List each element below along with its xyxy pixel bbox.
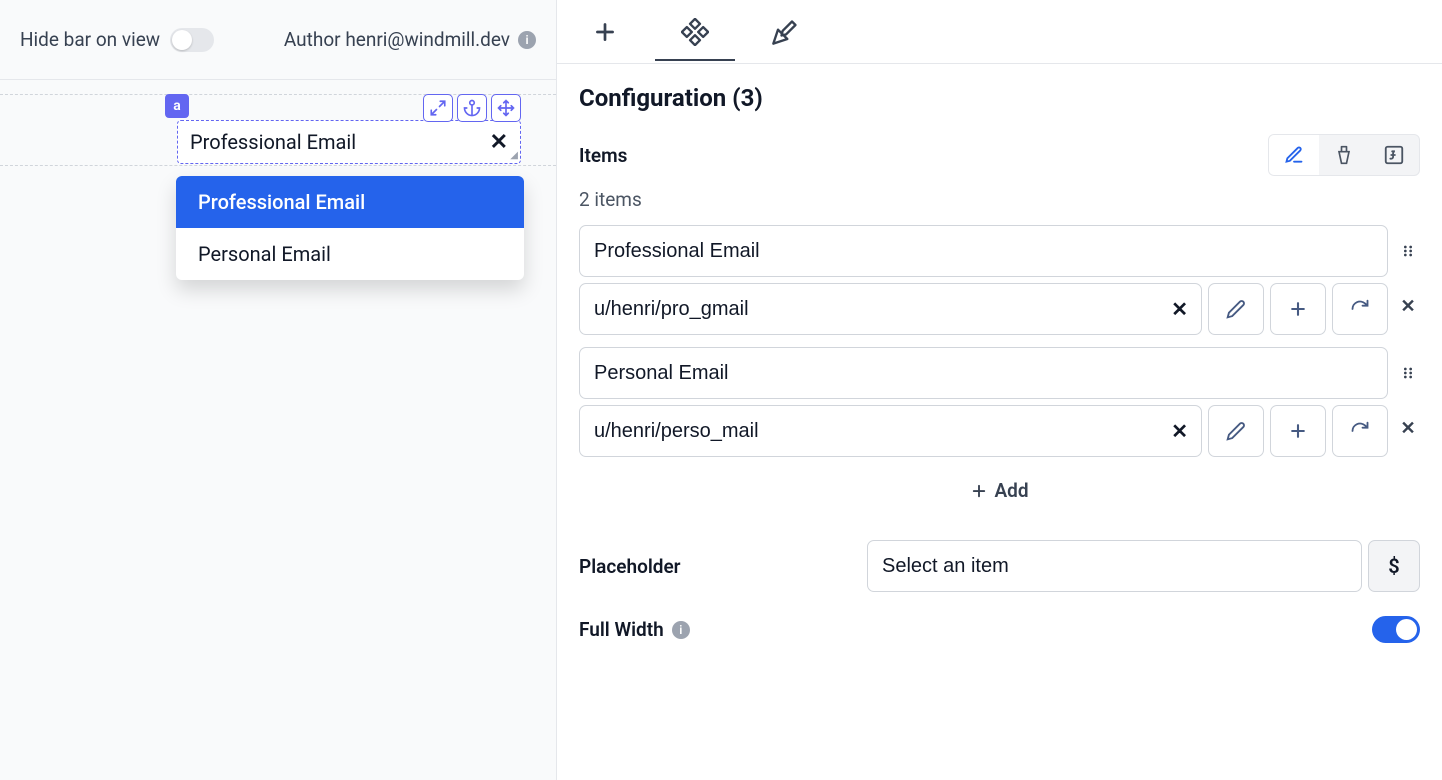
config-pane: Configuration (3) Items 2 items (557, 0, 1442, 780)
edit-path-button[interactable] (1208, 405, 1264, 457)
move-button[interactable] (491, 94, 521, 122)
item-row: ✕ ✕ (579, 225, 1420, 335)
function-mode-button[interactable] (1369, 135, 1419, 175)
tab-style[interactable] (765, 4, 805, 60)
items-header-row: Items (579, 134, 1420, 176)
refresh-path-button[interactable] (1332, 283, 1388, 335)
add-path-button[interactable] (1270, 283, 1326, 335)
info-icon[interactable]: i (672, 621, 690, 639)
item-label-input[interactable] (579, 225, 1388, 277)
dropdown-menu: Professional Email Personal Email (176, 176, 524, 280)
item-label-input[interactable] (579, 347, 1388, 399)
item-row: ✕ ✕ (579, 347, 1420, 457)
add-item-label: Add (994, 479, 1028, 502)
author-text: Author henri@windmill.dev (284, 28, 510, 51)
drag-handle-icon[interactable] (1400, 243, 1416, 259)
placeholder-label: Placeholder (579, 555, 681, 578)
resize-handle-icon: ◢ (510, 150, 518, 161)
select-input-box[interactable]: Professional Email ✕ ◢ (177, 120, 521, 164)
refresh-path-button[interactable] (1332, 405, 1388, 457)
expand-button[interactable] (423, 94, 453, 122)
full-width-field: Full Width i (579, 616, 1420, 643)
select-value: Professional Email (190, 130, 490, 154)
static-mode-button[interactable] (1269, 135, 1319, 175)
hide-bar-group: Hide bar on view (20, 28, 214, 52)
connect-mode-button[interactable] (1319, 135, 1369, 175)
add-path-button[interactable] (1270, 405, 1326, 457)
config-title: Configuration (3) (579, 84, 1420, 112)
dropdown-option[interactable]: Personal Email (176, 228, 524, 280)
anchor-button[interactable] (457, 94, 487, 122)
drag-handle-icon[interactable] (1400, 365, 1416, 381)
placeholder-field: Placeholder $ (579, 540, 1420, 592)
clear-path-button[interactable]: ✕ (1171, 297, 1188, 321)
canvas-header: Hide bar on view Author henri@windmill.d… (0, 0, 556, 80)
dropdown-option[interactable]: Professional Email (176, 176, 524, 228)
edit-path-button[interactable] (1208, 283, 1264, 335)
remove-item-button[interactable]: ✕ (1400, 418, 1415, 439)
item-path-input[interactable] (579, 283, 1202, 335)
tab-components[interactable] (675, 4, 715, 60)
full-width-toggle[interactable] (1372, 616, 1420, 643)
input-mode-buttons (1268, 134, 1420, 176)
canvas-area[interactable]: a Professional Email ✕ ◢ Professional Em… (0, 80, 556, 780)
config-body: Configuration (3) Items 2 items (557, 64, 1442, 687)
placeholder-input[interactable] (867, 540, 1362, 592)
remove-item-button[interactable]: ✕ (1400, 296, 1415, 317)
component-id-tag: a (165, 94, 189, 118)
canvas-pane: Hide bar on view Author henri@windmill.d… (0, 0, 557, 780)
clear-selection-button[interactable]: ✕ (490, 130, 508, 155)
full-width-label: Full Width (579, 618, 664, 641)
tab-add[interactable] (585, 4, 625, 60)
item-path-input[interactable] (579, 405, 1202, 457)
clear-path-button[interactable]: ✕ (1171, 419, 1188, 443)
variable-button[interactable]: $ (1368, 540, 1420, 592)
info-icon[interactable]: i (518, 31, 536, 49)
author-group: Author henri@windmill.dev i (284, 28, 536, 51)
hide-bar-label: Hide bar on view (20, 28, 160, 51)
add-item-button[interactable]: Add (579, 469, 1420, 512)
tabs-bar (557, 0, 1442, 64)
component-toolbar (423, 94, 521, 122)
items-count: 2 items (579, 188, 1420, 211)
items-label: Items (579, 144, 627, 167)
plus-icon (970, 482, 988, 500)
hide-bar-toggle[interactable] (170, 28, 214, 52)
